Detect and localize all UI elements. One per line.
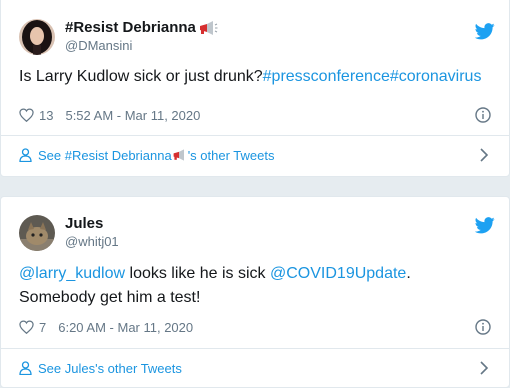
- like-count[interactable]: 7: [39, 320, 46, 335]
- tweet-meta: 13 5:52 AM - Mar 11, 2020: [19, 105, 491, 125]
- timestamp[interactable]: 6:20 AM - Mar 11, 2020: [58, 320, 193, 335]
- hashtag-link[interactable]: #pressconference: [263, 68, 390, 85]
- like-count[interactable]: 13: [39, 108, 53, 123]
- divider: [1, 348, 509, 349]
- mention-link[interactable]: @COVID19Update: [270, 265, 406, 282]
- see-more-text: See #Resist Debrianna: [38, 147, 172, 163]
- twitter-bird-icon[interactable]: [475, 23, 495, 40]
- see-more-suffix: 's other Tweets: [187, 147, 275, 163]
- chevron-right-icon[interactable]: [479, 148, 489, 162]
- see-other-tweets-link[interactable]: See Jules's other Tweets: [19, 356, 491, 380]
- chevron-right-icon[interactable]: [479, 361, 489, 375]
- tweet-author[interactable]: #Resist Debrianna @DMansini: [19, 19, 218, 55]
- megaphone-icon: [173, 149, 184, 161]
- tweet-meta: 7 6:20 AM - Mar 11, 2020: [19, 317, 491, 337]
- avatar-image: [19, 19, 55, 55]
- timestamp[interactable]: 5:52 AM - Mar 11, 2020: [65, 108, 200, 123]
- display-name[interactable]: Jules: [65, 215, 119, 233]
- twitter-bird-icon[interactable]: [475, 217, 495, 234]
- see-more-text: See Jules's other Tweets: [38, 360, 182, 376]
- avatar[interactable]: [19, 19, 55, 55]
- mention-link[interactable]: @larry_kudlow: [19, 265, 125, 282]
- tweet-card-jules: Jules @whitj01 @larry_kudlow looks like …: [0, 196, 510, 388]
- heart-icon[interactable]: [19, 108, 34, 122]
- display-name-text: #Resist Debrianna: [65, 19, 196, 36]
- avatar-image: [19, 215, 55, 251]
- info-icon[interactable]: [475, 107, 491, 123]
- display-name-text: Jules: [65, 215, 104, 232]
- tweet-card-debrianna: #Resist Debrianna @DMansini Is Larry Kud…: [0, 0, 510, 177]
- screen-name[interactable]: @DMansini: [65, 37, 218, 55]
- divider: [1, 135, 509, 136]
- heart-icon[interactable]: [19, 320, 34, 334]
- display-name[interactable]: #Resist Debrianna: [65, 19, 218, 37]
- hashtag-link[interactable]: #coronavirus: [390, 68, 482, 85]
- avatar[interactable]: [19, 215, 55, 251]
- tweet-author[interactable]: Jules @whitj01: [19, 215, 119, 251]
- person-icon: [19, 361, 32, 375]
- see-other-tweets-link[interactable]: See #Resist Debrianna 's other Tweets: [19, 143, 491, 167]
- person-icon: [19, 148, 32, 162]
- screen-name[interactable]: @whitj01: [65, 233, 119, 251]
- tweet-text-plain: looks like he is sick: [125, 265, 270, 282]
- megaphone-icon: [199, 21, 218, 35]
- tweet-text-plain: Is Larry Kudlow sick or just drunk?: [19, 68, 263, 85]
- tweet-text: @larry_kudlow looks like he is sick @COV…: [19, 262, 491, 310]
- info-icon[interactable]: [475, 319, 491, 335]
- tweet-text: Is Larry Kudlow sick or just drunk?#pres…: [19, 65, 491, 89]
